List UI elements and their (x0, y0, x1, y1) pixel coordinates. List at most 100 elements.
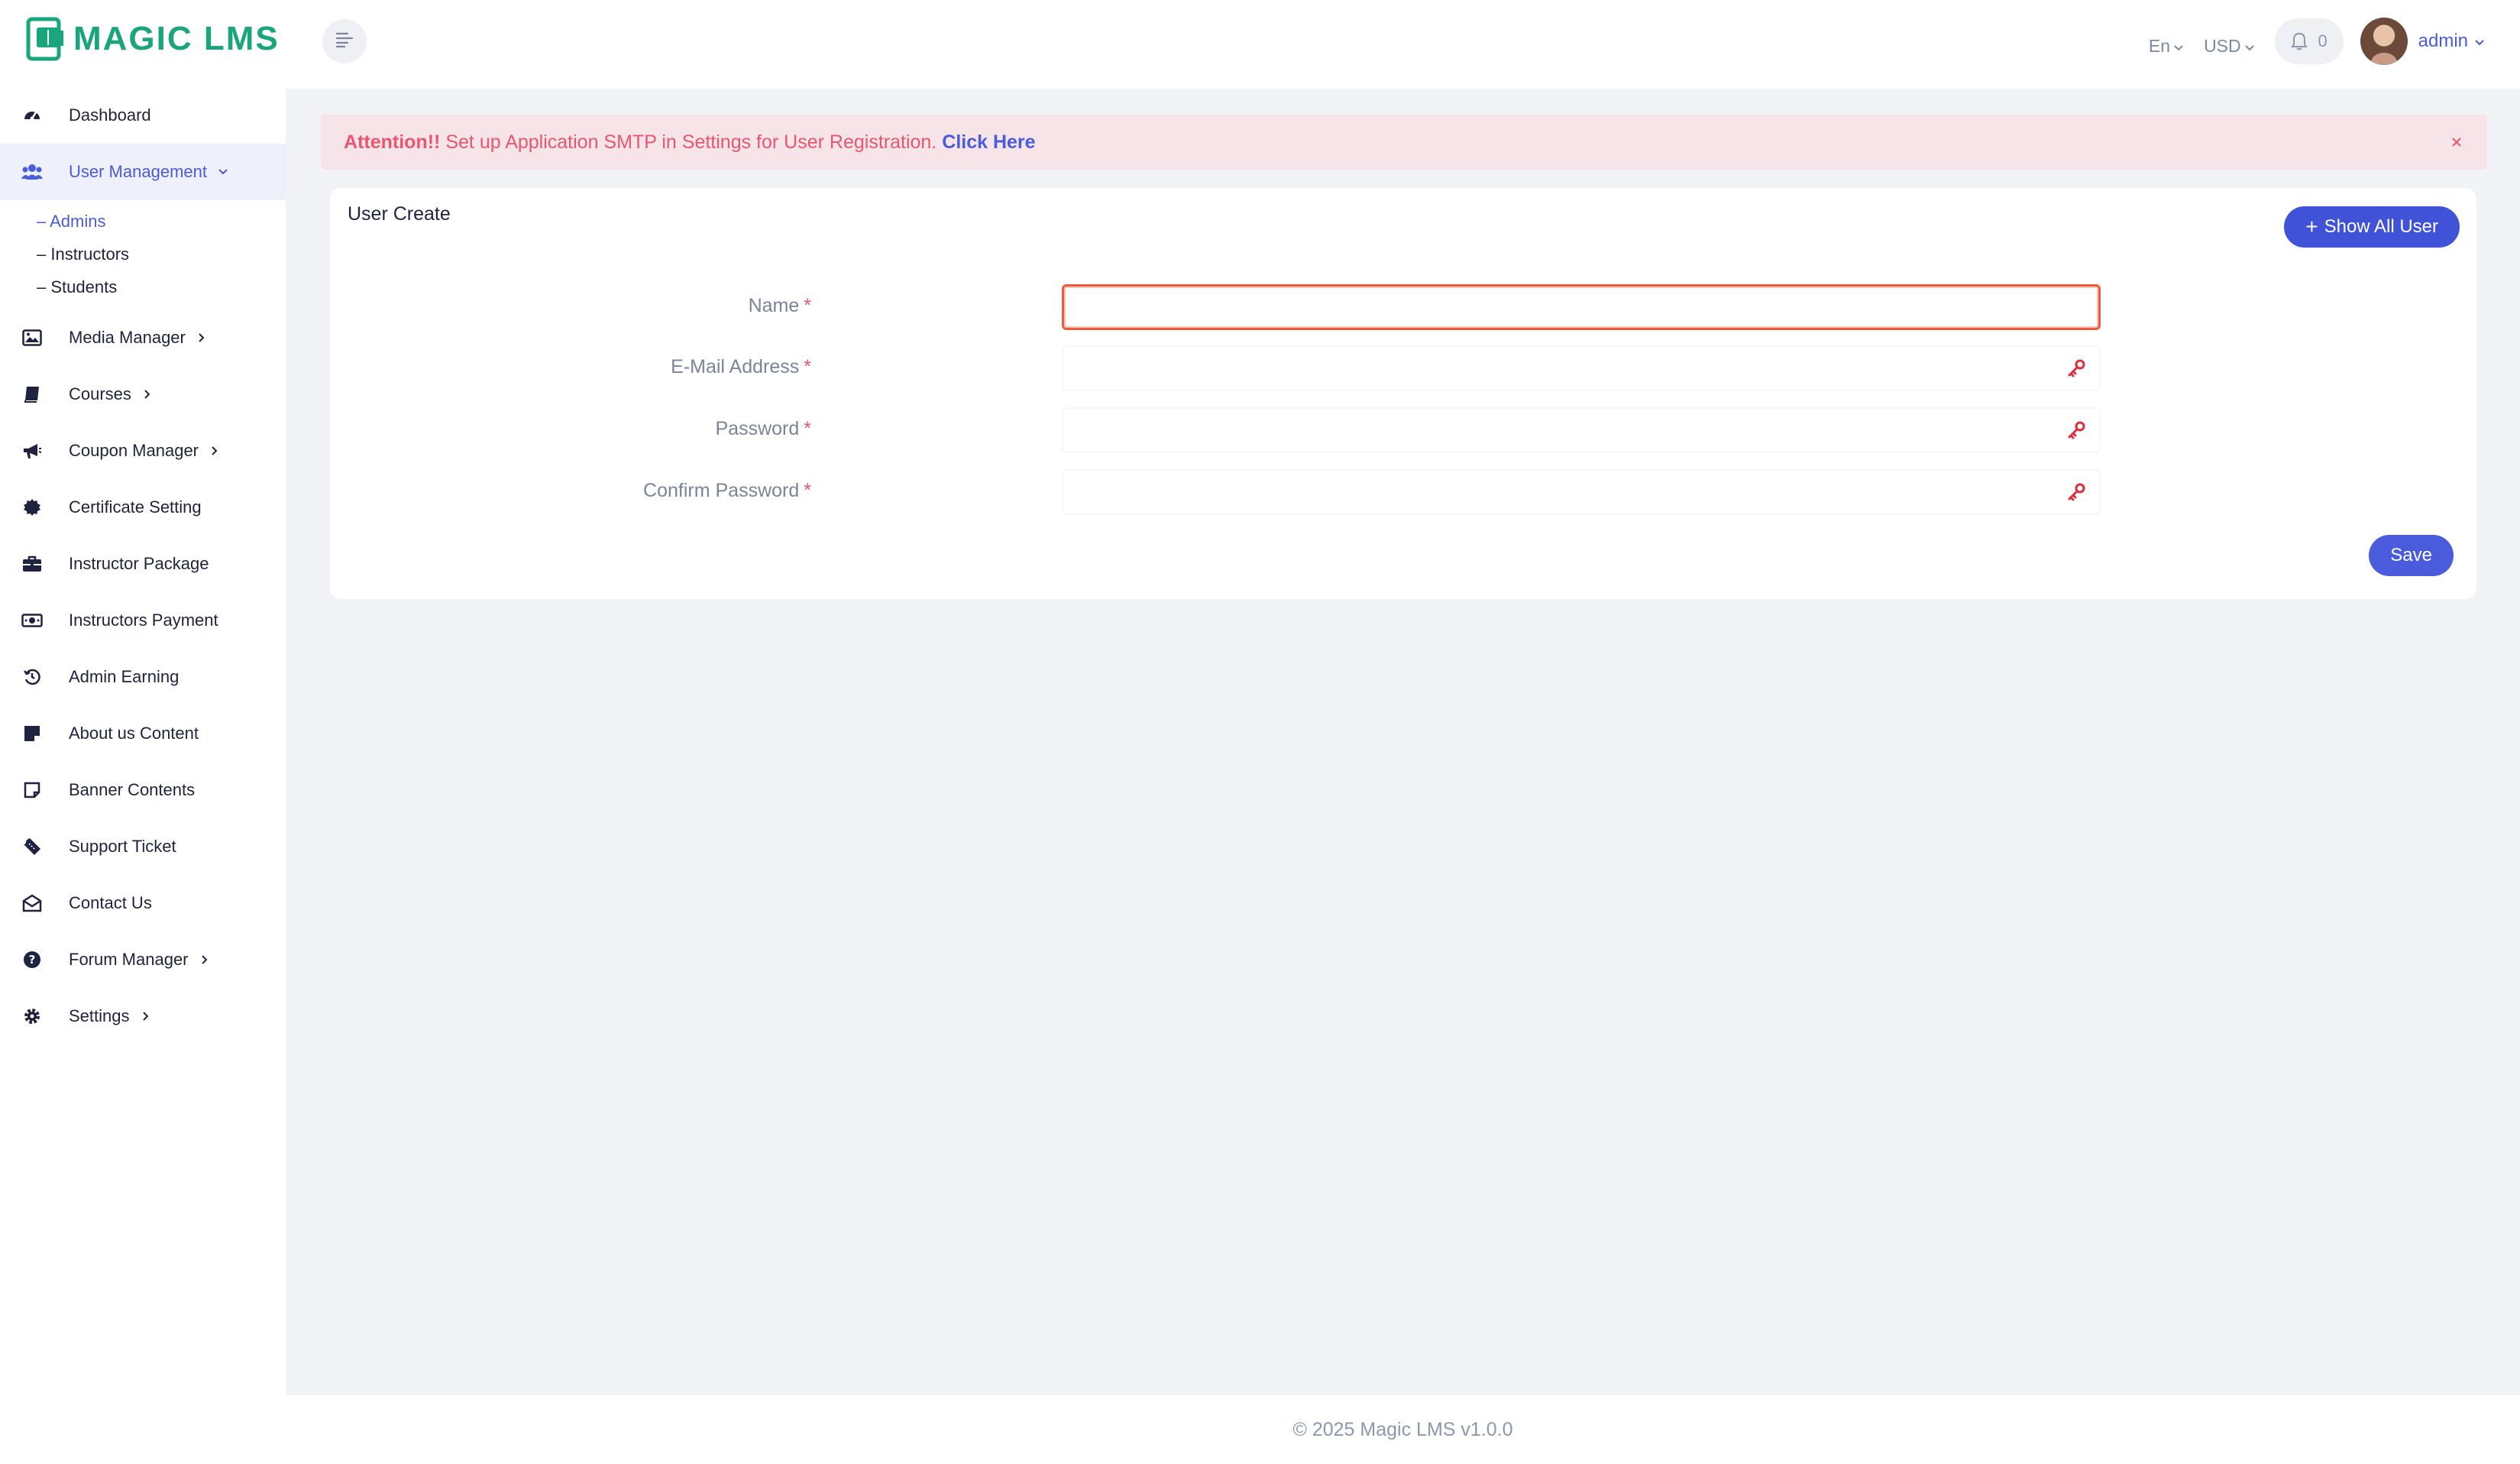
password-label-text: Password (715, 418, 800, 439)
chevron-right-icon (141, 387, 154, 401)
email-label: E-Mail Address * (671, 356, 811, 378)
sidebar-item-label: Courses (69, 384, 131, 403)
logo-book-icon (26, 15, 66, 63)
notification-count: 0 (2318, 31, 2328, 50)
currency-select[interactable]: USD (2204, 36, 2255, 57)
submenu-item-instructors[interactable]: – Instructors (0, 238, 286, 270)
sidebar-item-label: Forum Manager (69, 950, 189, 969)
sidebar-item-contact-us[interactable]: Contact Us (0, 875, 286, 931)
sidebar-item-user-management[interactable]: User Management (0, 144, 286, 200)
user-management-submenu: – Admins – Instructors – Students (0, 200, 286, 309)
required-marker: * (804, 356, 811, 377)
sidebar: MAGIC LMS Dashboard User Management – Ad… (0, 0, 286, 1464)
svg-text:?: ? (29, 953, 36, 967)
chevron-down-icon (216, 165, 230, 179)
avatar[interactable] (2360, 18, 2408, 65)
sidebar-item-support-ticket[interactable]: Support Ticket (0, 818, 286, 875)
sidebar-item-label: Instructor Package (69, 554, 209, 573)
sidebar-item-courses[interactable]: Courses (0, 366, 286, 423)
name-label: Name * (749, 295, 811, 317)
sidebar-item-coupon-manager[interactable]: Coupon Manager (0, 423, 286, 479)
chevron-right-icon (208, 444, 222, 458)
close-icon[interactable] (2446, 131, 2467, 153)
sidebar-item-label: Instructors Payment (69, 611, 218, 630)
header-actions: En USD 0 admin (2149, 17, 2485, 66)
alert-title: Attention!! (344, 131, 441, 153)
bell-icon (2290, 32, 2308, 50)
user-create-card: User Create + Show All User Name * E-Mail… (330, 188, 2476, 599)
password-manager-key-icon[interactable] (2065, 419, 2087, 441)
submenu-item-admins[interactable]: – Admins (0, 205, 286, 238)
sidebar-item-label: Banner Contents (69, 780, 196, 799)
sidebar-item-label: About us Content (69, 724, 199, 743)
save-button[interactable]: Save (2369, 535, 2454, 576)
sidebar-item-banner-contents[interactable]: Banner Contents (0, 762, 286, 818)
top-header: En USD 0 admin (286, 0, 2520, 89)
menu-toggle-icon (335, 31, 354, 52)
password-row: Password * (330, 407, 2476, 456)
chevron-down-icon (2474, 31, 2485, 52)
name-row: Name * (330, 284, 2476, 333)
name-input[interactable] (1062, 284, 2101, 330)
plus-icon: + (2305, 215, 2318, 238)
history-icon (21, 666, 43, 688)
show-all-user-button[interactable]: + Show All User (2284, 206, 2460, 248)
name-label-text: Name (748, 295, 800, 316)
sidebar-item-label: Certificate Setting (69, 497, 202, 517)
language-select[interactable]: En (2149, 36, 2184, 57)
email-field[interactable] (1062, 345, 2101, 391)
user-menu[interactable]: admin (2418, 31, 2485, 52)
question-icon: ? (21, 949, 43, 970)
password-manager-key-icon[interactable] (2065, 481, 2087, 503)
currency-value: USD (2204, 35, 2241, 56)
sidebar-item-media-manager[interactable]: Media Manager (0, 309, 286, 366)
confirm-password-field[interactable] (1062, 469, 2101, 515)
sidebar-item-label: Coupon Manager (69, 441, 199, 460)
sidebar-item-admin-earning[interactable]: Admin Earning (0, 649, 286, 705)
smtp-alert: Attention!! Set up Application SMTP in S… (321, 115, 2487, 170)
sidebar-menu: Dashboard User Management – Admins – Ins… (0, 87, 286, 1045)
sidebar-item-dashboard[interactable]: Dashboard (0, 87, 286, 144)
sidebar-item-label: Dashboard (69, 105, 151, 125)
email-label-text: E-Mail Address (671, 356, 800, 377)
logo[interactable]: MAGIC LMS (26, 14, 280, 64)
alert-message: Set up Application SMTP in Settings for … (445, 131, 937, 153)
chevron-right-icon (195, 331, 209, 345)
sidebar-item-label: Admin Earning (69, 667, 180, 686)
sidebar-toggle-button[interactable] (322, 19, 367, 63)
sticky-note-icon (21, 779, 43, 801)
password-field[interactable] (1062, 407, 2101, 453)
footer: © 2025 Magic LMS v1.0.0 (286, 1395, 2520, 1464)
notifications-button[interactable]: 0 (2274, 18, 2344, 64)
ticket-icon (21, 836, 43, 857)
sidebar-item-forum-manager[interactable]: ? Forum Manager (0, 931, 286, 988)
footer-copyright: © 2025 Magic LMS v1.0.0 (1292, 1418, 1513, 1440)
submenu-item-students[interactable]: – Students (0, 270, 286, 303)
password-label: Password * (716, 418, 812, 440)
sidebar-item-about-us-content[interactable]: About us Content (0, 705, 286, 762)
chevron-down-icon (2244, 36, 2255, 57)
show-all-user-label: Show All User (2324, 216, 2438, 237)
sidebar-item-label: Settings (69, 1006, 130, 1025)
book-icon (21, 384, 43, 405)
note-icon (21, 723, 43, 744)
briefcase-icon (21, 553, 43, 575)
dashboard-icon (21, 105, 43, 126)
password-manager-key-icon[interactable] (2065, 358, 2087, 379)
sidebar-item-instructors-payment[interactable]: Instructors Payment (0, 592, 286, 649)
sidebar-item-label: Media Manager (69, 328, 186, 347)
sidebar-item-settings[interactable]: Settings (0, 988, 286, 1045)
chevron-right-icon (198, 953, 212, 967)
required-marker: * (804, 418, 811, 439)
envelope-icon (21, 892, 43, 914)
sidebar-item-label: Support Ticket (69, 837, 176, 856)
required-marker: * (804, 295, 811, 316)
language-value: En (2148, 35, 2171, 56)
sidebar-item-label: User Management (69, 162, 207, 181)
page-title: User Create (348, 203, 451, 225)
sidebar-item-certificate-setting[interactable]: Certificate Setting (0, 479, 286, 536)
users-icon (21, 161, 43, 183)
alert-link[interactable]: Click Here (942, 131, 1035, 154)
sidebar-item-instructor-package[interactable]: Instructor Package (0, 536, 286, 592)
image-icon (21, 327, 43, 348)
